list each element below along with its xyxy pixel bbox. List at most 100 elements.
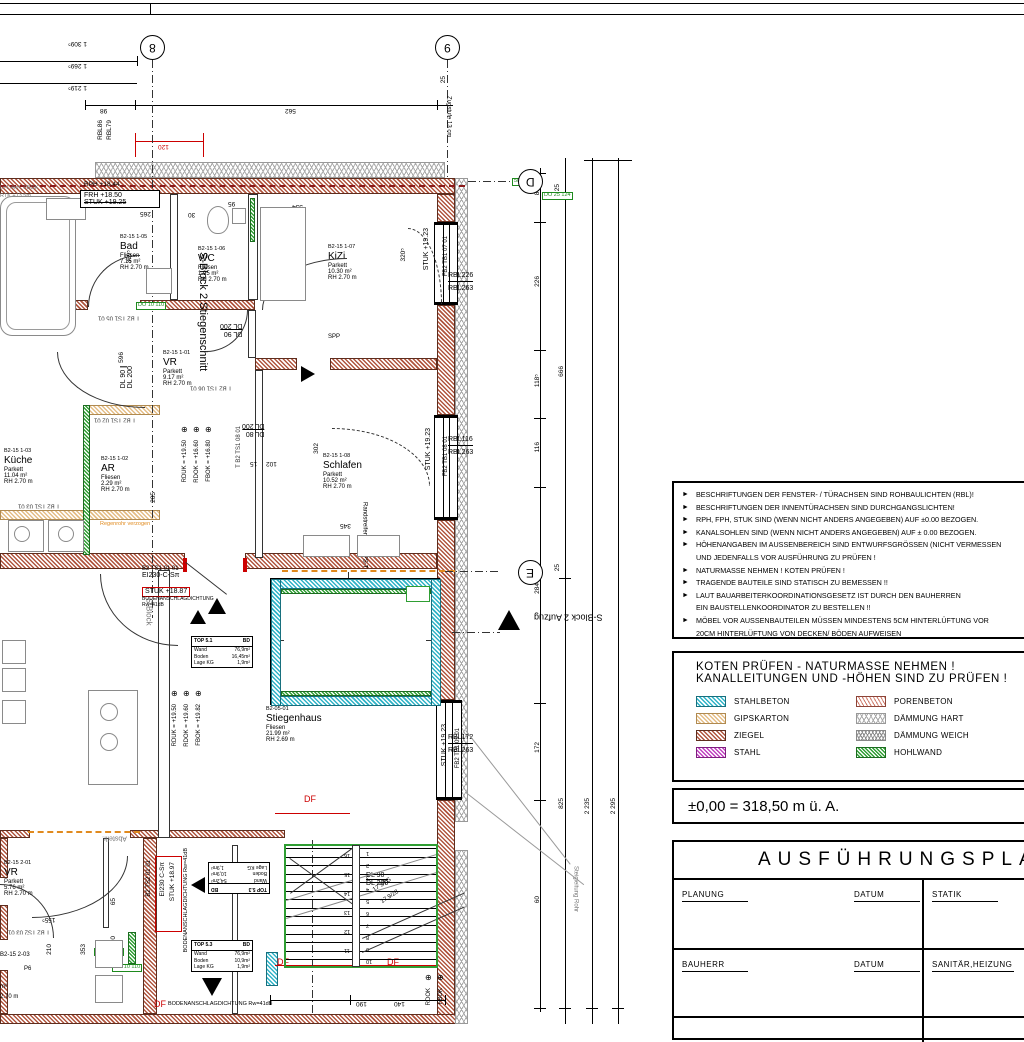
legend-label: GIPSKARTON <box>734 714 789 723</box>
dimension-line <box>534 800 546 801</box>
fixture <box>95 940 123 968</box>
room-label-line: B2-15 1-02 <box>101 456 130 462</box>
note-text: HÖHENANGABEN IM AUSSENBEREICH SIND ENTWU… <box>696 539 1001 552</box>
field-statik-label: STATIK <box>932 888 998 902</box>
axis-dashdot-h <box>468 181 516 182</box>
dimension-line <box>559 1008 571 1009</box>
grid-bubble-8-label: 8 <box>149 41 156 55</box>
dimension-text: 30 <box>188 211 195 218</box>
title-block: AUSFÜHRUNGSPLAN PLANUNG DATUM STATIK BAU… <box>672 840 1024 1040</box>
leader-line <box>465 730 570 865</box>
rbl-label: RBL263 <box>448 747 473 755</box>
dimension-text: 2 295 <box>610 798 617 814</box>
legend-item: PORENBETON <box>856 693 969 710</box>
fixture <box>146 268 172 294</box>
text-fragment: 2.70 m <box>0 994 18 1000</box>
field-planung-label: PLANUNG <box>682 888 748 902</box>
room-label-line: RH 2.70 m <box>4 479 33 485</box>
wall-segment-ht <box>85 405 160 415</box>
dimension-line <box>534 487 546 488</box>
legend-swatch-porenbeton <box>856 696 886 707</box>
room-label-line: VR <box>4 867 33 878</box>
dimension-line <box>534 222 546 223</box>
expansion-joint-line <box>0 185 465 187</box>
top-table-row: Boden10,9m² <box>209 870 269 877</box>
note-marker-blank <box>682 552 692 565</box>
level-marker-icon: ⊕ <box>425 974 432 983</box>
legend-item: DÄMMUNG HART <box>856 710 969 727</box>
legend-label: HOHLWAND <box>894 748 942 757</box>
legend-column-left: STAHLBETONGIPSKARTONZIEGELSTAHL <box>696 693 856 761</box>
dimension-line <box>618 158 619 1024</box>
fire-door-class: EI230-C-Sπ <box>142 572 214 580</box>
title-block-row-divider2 <box>674 1016 1024 1018</box>
room-label-line: B2-15 1-03 <box>4 448 33 454</box>
wall-segment-hz <box>130 830 285 838</box>
legend-swatch-gipskarton <box>696 713 726 724</box>
rbl-label: RBL263 <box>448 285 473 293</box>
note-marker-icon: ► <box>682 502 692 515</box>
dimension-line <box>534 703 546 704</box>
legend-title-line2: KANALLEITUNGEN UND -HÖHEN SIND ZU PRÜFEN… <box>696 673 1024 685</box>
annotation-text: BODENANSCHLAGDICHTUNG Rw=41dB <box>184 848 190 952</box>
note-text: RPH, FPH, STUK SIND (WENN NICHT ANDERS A… <box>696 514 978 527</box>
field-datum2: DATUM <box>854 954 920 972</box>
legend-item: STAHLBETON <box>696 693 856 710</box>
wall-segment-ht <box>0 510 160 520</box>
dimension-line <box>350 995 351 1005</box>
annotation-text: STUK +19.23 <box>441 724 449 766</box>
dimension-line <box>0 3 1024 4</box>
title-block-row-divider <box>674 948 1024 950</box>
top-table-header: TOP 5.3BD <box>209 883 269 893</box>
fire-door-outline <box>155 856 182 932</box>
dimension-text: 1 219⁵ <box>68 84 87 91</box>
legend-label: DÄMMUNG HART <box>894 714 964 723</box>
direction-marker-icon <box>191 877 205 893</box>
level-box: FRH +18.50 STUK +19.25 <box>80 190 160 208</box>
note-text: KANALSOHLEN SIND (WENN NICHT ANDERS ANGE… <box>696 527 977 540</box>
door-axis-code: T B2 TS1 03 01 <box>18 502 60 508</box>
dimension-line <box>612 1008 624 1009</box>
dimension-text: 102 <box>266 460 277 467</box>
room-label-line: RH 2.70 m <box>101 487 130 493</box>
note-marker-icon: ► <box>682 489 692 502</box>
rbl-label: RBL79 <box>106 120 113 140</box>
legend-box: KOTEN PRÜFEN - NATURMASSE NEHMEN ! KANAL… <box>672 651 1024 782</box>
fixture-circle <box>100 733 118 751</box>
door-swing-arc <box>88 255 140 307</box>
room-label-line: Küche <box>4 455 33 466</box>
room-label-line: RH 2.70 m <box>163 381 192 387</box>
room-label-ar: B2-15 1-02ARFliesen2.29 m²RH 2.70 m <box>101 456 130 493</box>
level-marker-icon: ⊕ <box>181 426 188 435</box>
wall-segment-hg <box>128 932 136 964</box>
dimension-text: 210 <box>46 944 53 955</box>
wall-segment-hz <box>0 830 30 838</box>
dimension-text: 284 <box>534 583 541 594</box>
field-statik: STATIK <box>932 884 998 902</box>
grid-bubble-9-label: 9 <box>444 41 451 55</box>
note-line: EIN BAUSTELLENKOORDINATOR ZU BESTELLEN !… <box>682 602 1024 615</box>
grid-bubble-e-label: E <box>526 566 534 580</box>
title-block-title: AUSFÜHRUNGSPLAN <box>674 842 1024 880</box>
direction-marker-icon <box>190 610 206 624</box>
room-label-stiegenhaus: B2-05-01StiegenhausFliesen21.99 m²RH 2.6… <box>266 706 322 743</box>
text-fragment: SPP <box>328 334 340 340</box>
dimension-text: 1 269⁵ <box>68 62 87 69</box>
dimension-text: 140 <box>394 1000 405 1007</box>
note-line: ►MÖBEL VOR AUSSENBAUTEILEN MÜSSEN MINDES… <box>682 615 1024 628</box>
door-size-line: DL 200 <box>242 422 264 429</box>
dimension-line <box>85 105 453 106</box>
top-table-row: Lage KG1,9m² <box>192 660 252 667</box>
fire-door-block: B2 TS1 01 01 EI230-C-Sπ STUK +18.87 BODE… <box>142 566 214 608</box>
grid-bubble-9: 9 <box>435 35 460 60</box>
wall-segment-hz <box>0 970 8 1014</box>
dimension-text: 25 <box>554 184 561 191</box>
wall-segment-hg <box>250 198 255 242</box>
level-marker-icon: ⊕ <box>205 426 212 435</box>
datum-box: ±0,00 = 318,50 m ü. A. <box>672 788 1024 824</box>
dimension-text: 98 <box>100 107 107 114</box>
legend-columns: STAHLBETONGIPSKARTONZIEGELSTAHL PORENBET… <box>696 693 1024 761</box>
shaft-wall-left <box>271 579 281 706</box>
fixture <box>2 700 26 724</box>
dimension-line <box>445 995 446 1005</box>
